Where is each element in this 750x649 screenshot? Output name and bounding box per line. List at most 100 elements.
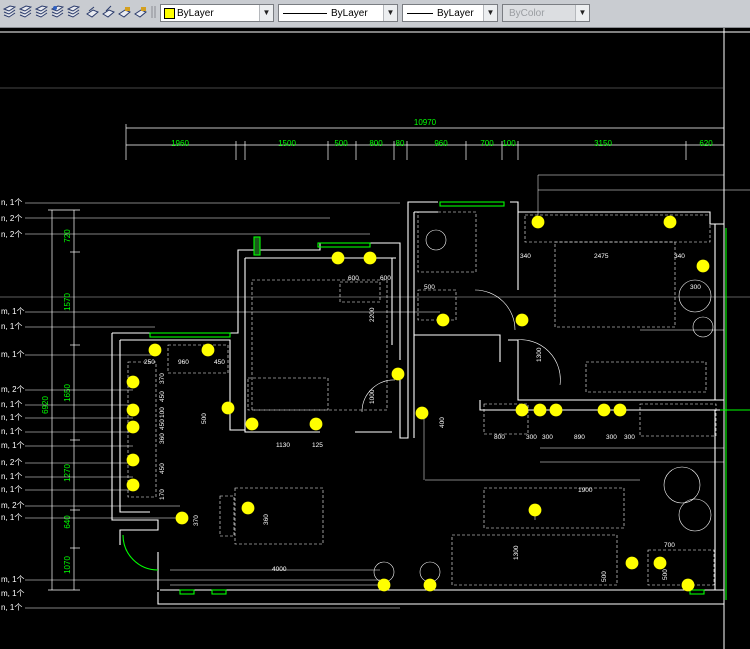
layer-previous-icon[interactable]: [19, 5, 32, 19]
ceiling-light-icon: [528, 503, 542, 517]
dim-text: 170: [159, 489, 166, 500]
dim-text: 600: [348, 275, 359, 282]
ceiling-light-icon: [515, 313, 529, 327]
dim-text: 1300: [536, 347, 543, 362]
callout-text: n, 2个: [1, 214, 22, 223]
dim-text: 450: [159, 463, 166, 474]
plotstyle-dropdown-value: ByColor: [509, 8, 545, 19]
layer-states-icon[interactable]: [3, 5, 16, 19]
ceiling-light-icon: [245, 417, 259, 431]
overall-dimension-text: 10970: [414, 118, 437, 127]
dim-text: 1270: [63, 464, 72, 482]
dim-text: 1650: [63, 384, 72, 402]
linetype-preview: [283, 13, 327, 14]
layer-off-icon[interactable]: [86, 5, 99, 19]
callout-text: m, 1个: [1, 307, 25, 316]
layer-freeze-icon[interactable]: [102, 5, 115, 19]
ceiling-light-icon: [241, 501, 255, 515]
color-dropdown-value: ByLayer: [177, 8, 214, 19]
dim-text: 300: [526, 434, 537, 441]
dim-text: 700: [480, 139, 494, 148]
dim-text: 960: [178, 359, 189, 366]
callout-text: m, 2个: [1, 501, 25, 510]
dim-text: 340: [520, 253, 531, 260]
callout-labels: n, 1个 n, 2个 n, 2个 m, 1个 n, 1个 m, 1个 m, 2…: [1, 198, 25, 612]
chevron-down-icon[interactable]: ▼: [383, 5, 397, 21]
ceiling-light-icon: [126, 453, 140, 467]
color-dropdown[interactable]: ByLayer ▼: [160, 4, 274, 22]
top-dimension-chain: [125, 124, 725, 160]
dim-text: 1070: [63, 556, 72, 574]
layer-unisolate-icon[interactable]: [67, 5, 80, 19]
ceiling-light-icon: [531, 215, 545, 229]
dim-text: 500: [662, 569, 669, 580]
ceiling-light-icon: [436, 313, 450, 327]
dim-text: 700: [664, 542, 675, 549]
dim-text: 1900: [578, 487, 593, 494]
ceiling-light-icon: [423, 578, 437, 592]
dim-text: 125: [312, 442, 323, 449]
ceiling-light-icon: [377, 578, 391, 592]
dim-text: 890: [574, 434, 585, 441]
ceiling-light-icon: [331, 251, 345, 265]
ceiling-light-icon: [597, 403, 611, 417]
callout-text: n, 1个: [1, 198, 22, 207]
lineweight-dropdown-value: ByLayer: [437, 8, 474, 19]
layer-match-icon[interactable]: [35, 5, 48, 19]
dim-text: 640: [63, 515, 72, 529]
window-markers: [122, 201, 750, 600]
ceiling-light-icon: [515, 403, 529, 417]
dim-text: 1960: [171, 139, 189, 148]
dim-text: 300: [542, 434, 553, 441]
lineweight-dropdown[interactable]: ByLayer ▼: [402, 4, 498, 22]
dim-text: 500: [201, 413, 208, 424]
ceiling-light-icon: [126, 403, 140, 417]
chevron-down-icon[interactable]: ▼: [259, 5, 273, 21]
dim-text: 450: [159, 419, 166, 430]
dim-text: 400: [439, 417, 446, 428]
linetype-dropdown-value: ByLayer: [331, 8, 368, 19]
dim-text: 600: [380, 275, 391, 282]
left-dimension-labels: 720 1570 1650 1270 640 1070 6920: [41, 229, 72, 574]
dim-text: 340: [674, 253, 685, 260]
ceiling-light-icon: [363, 251, 377, 265]
ceiling-light-icon: [148, 343, 162, 357]
dim-text: 3150: [594, 139, 612, 148]
layer-unlock-icon[interactable]: [134, 5, 147, 19]
top-dimension-labels: 1960 1500 500 800 80 960 700 100 3150 62…: [171, 139, 713, 148]
ceiling-light-icon: [126, 478, 140, 492]
lineweight-preview: [407, 13, 433, 14]
ceiling-light-icon: [391, 367, 405, 381]
dim-text: 300: [624, 434, 635, 441]
dim-text: 450: [214, 359, 225, 366]
dim-text: 620: [699, 139, 713, 148]
dim-text: 100: [159, 407, 166, 418]
dim-text: 800: [369, 139, 383, 148]
cad-drawing-area[interactable]: 10970 1960 1500 500 800 80 960 700 100 3…: [0, 28, 750, 649]
ceiling-light-icon: [696, 259, 710, 273]
layer-isolate-icon[interactable]: [51, 5, 64, 19]
dim-text: 370: [193, 515, 200, 526]
color-swatch: [164, 8, 175, 19]
dim-text: 4000: [272, 566, 287, 573]
furniture-outlines: [127, 211, 717, 586]
chevron-down-icon[interactable]: ▼: [483, 5, 497, 21]
dim-text: 80: [396, 139, 405, 148]
ceiling-light-icon: [549, 403, 563, 417]
callout-text: n, 1个: [1, 322, 22, 331]
callout-text: m, 1个: [1, 350, 25, 359]
ceiling-light-icon: [221, 401, 235, 415]
dim-text: 720: [63, 229, 72, 243]
linetype-dropdown[interactable]: ByLayer ▼: [278, 4, 398, 22]
callout-text: n, 1个: [1, 485, 22, 494]
layer-lock-icon[interactable]: [118, 5, 131, 19]
toolbar-grip-icon: [151, 6, 156, 18]
dim-text: 1000: [369, 389, 376, 404]
callout-text: n, 1个: [1, 400, 22, 409]
dim-text: 1300: [513, 545, 520, 560]
plotstyle-dropdown: ByColor ▼: [502, 4, 590, 22]
callout-text: m, 1个: [1, 441, 25, 450]
dim-text: 100: [502, 139, 516, 148]
dim-text: 500: [424, 284, 435, 291]
dim-text: 1130: [276, 442, 290, 449]
